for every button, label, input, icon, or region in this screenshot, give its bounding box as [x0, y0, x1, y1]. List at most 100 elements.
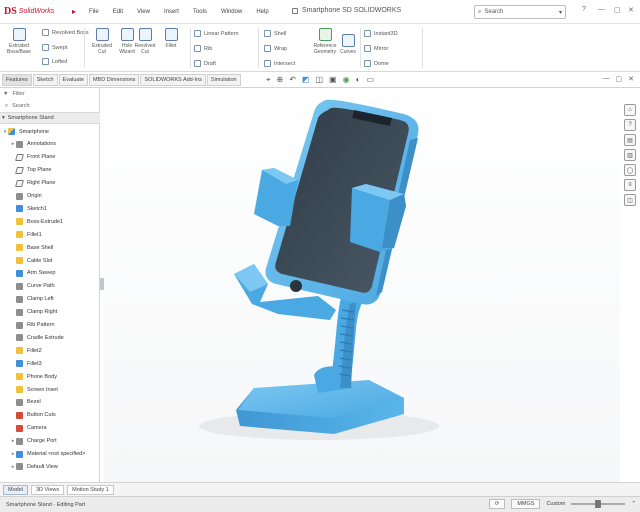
collapse-icon[interactable]: ▾ [2, 115, 5, 121]
extrude-button[interactable]: Extruded Boss/Base [4, 28, 34, 55]
tree-node[interactable]: Screen Inset [0, 384, 58, 395]
status-expand-icon[interactable]: ⌃ [631, 501, 636, 507]
solidworks-forum-icon[interactable]: ◫ [624, 194, 636, 206]
viewport-minimize-icon[interactable]: — [603, 75, 610, 83]
tree-node[interactable]: Fillet1 [0, 229, 42, 240]
tree-node[interactable]: Clamp Right [0, 307, 57, 318]
appearances-icon[interactable]: ◯ [624, 164, 636, 176]
tree-node[interactable]: Camera [0, 423, 47, 434]
intersect-button[interactable]: Intersect [264, 60, 295, 67]
tree-node[interactable]: Rib Pattern [0, 320, 55, 331]
restore-icon[interactable]: ▢ [614, 6, 621, 14]
menu-view[interactable]: View [130, 9, 157, 15]
tree-node[interactable]: ▾ Smartphone [0, 126, 49, 137]
menu-help[interactable]: Help [249, 9, 275, 15]
zoom-slider[interactable] [571, 500, 626, 508]
sweep-button[interactable]: Swept [42, 44, 67, 51]
wrap-button[interactable]: Wrap [264, 45, 287, 52]
tree-node[interactable]: Fillet2 [0, 345, 42, 356]
tab-model[interactable]: Model [3, 484, 28, 495]
tree-node[interactable]: Boss-Extrude1 [0, 216, 63, 227]
tree-node[interactable]: ▸ Annotations [0, 139, 56, 150]
tree-node[interactable]: Base Shell [0, 242, 53, 253]
tree-node[interactable]: Cradle Extrude [0, 332, 64, 343]
tree-node[interactable]: Curve Path [0, 281, 55, 292]
search-box[interactable]: ⌕ Search ▾ [474, 5, 566, 19]
previous-view-icon[interactable]: ↶ [289, 75, 296, 85]
tab-motion-study[interactable]: Motion Study 1 [67, 484, 114, 495]
viewport-close-icon[interactable]: ✕ [628, 75, 634, 83]
tree-header[interactable]: ▾ Smartphone Stand [0, 112, 100, 124]
tab-simulation[interactable]: Simulation [206, 74, 241, 86]
search-dropdown-icon[interactable]: ▾ [559, 9, 562, 16]
filter-icon[interactable]: ▼ [3, 91, 8, 97]
revolve-button[interactable]: Revolved Boss [42, 29, 89, 36]
shell-button[interactable]: Shell [264, 30, 286, 37]
extruded-cut-button[interactable]: Extruded Cut [88, 28, 116, 55]
hole-wizard-button[interactable]: Hole Wizard [118, 28, 136, 55]
tab-mbd-dimensions[interactable]: MBD Dimensions [88, 74, 140, 86]
tree-node[interactable]: Sketch1 [0, 203, 47, 214]
menu-insert[interactable]: Insert [157, 9, 186, 15]
tree-node[interactable]: Front Plane [0, 152, 55, 163]
custom-properties-icon[interactable]: ≡ [624, 179, 636, 191]
section-view-icon[interactable]: ◩ [302, 75, 310, 85]
hide-show-icon[interactable]: ◉ [343, 75, 350, 85]
design-library-icon[interactable]: ? [624, 119, 636, 131]
tree-node[interactable]: Right Plane [0, 178, 55, 189]
tree-node[interactable]: Button Cuts [0, 410, 56, 421]
tree-node[interactable]: Arm Sweep [0, 268, 55, 279]
menu-edit[interactable]: Edit [106, 9, 130, 15]
tree-node[interactable]: ▸ Default View [0, 461, 58, 472]
tree-node[interactable]: Origin [0, 191, 42, 202]
view-palette-icon[interactable]: ▥ [624, 149, 636, 161]
instant3d-button[interactable]: Instant3D [364, 30, 398, 37]
tab-features[interactable]: Features [2, 74, 32, 86]
tree-node[interactable]: Phone Body [0, 371, 57, 382]
loft-button[interactable]: Lofted [42, 58, 67, 65]
appearance-icon[interactable]: ◐ [356, 75, 361, 85]
zoom-slider-knob[interactable] [595, 500, 602, 508]
menu-file[interactable]: File [82, 9, 106, 15]
tree-node[interactable]: Clamp Left [0, 294, 54, 305]
minimize-icon[interactable]: — [598, 6, 605, 13]
units-selector[interactable]: MMGS [511, 499, 541, 509]
tree-search-bar[interactable]: ⌕ Search [0, 100, 100, 112]
menu-window[interactable]: Window [214, 9, 249, 15]
linear-pattern-button[interactable]: Linear Pattern [194, 30, 239, 37]
tree-node[interactable]: ▸ Material <not specified> [0, 449, 85, 460]
tree-node[interactable]: Top Plane [0, 165, 51, 176]
dome-button[interactable]: Dome [364, 60, 389, 67]
tab-3d-views[interactable]: 3D Views [30, 484, 65, 495]
reference-geometry-button[interactable]: Reference Geometry [312, 28, 338, 55]
close-icon[interactable]: ✕ [628, 6, 634, 14]
menu-tools[interactable]: Tools [186, 9, 214, 15]
draft-button[interactable]: Draft [194, 60, 216, 67]
search-input[interactable]: Search [484, 9, 556, 15]
tab-sketch[interactable]: Sketch [32, 74, 58, 86]
viewport-restore-icon[interactable]: ▢ [616, 75, 623, 83]
tab-evaluate[interactable]: Evaluate [58, 74, 88, 86]
tree-node[interactable]: Bezel [0, 397, 41, 408]
tree-node[interactable]: Cable Slot [0, 255, 52, 266]
graphics-viewport[interactable] [104, 88, 620, 482]
solidworks-resources-icon[interactable]: ⌂ [624, 104, 636, 116]
fillet-button[interactable]: Fillet [156, 28, 186, 49]
help-icon[interactable]: ? [582, 6, 586, 13]
tree-node[interactable]: Fillet3 [0, 358, 42, 369]
tab-addins[interactable]: SOLIDWORKS Add-Ins [140, 74, 206, 86]
pin-icon[interactable]: ▸ [66, 7, 82, 16]
curves-button[interactable]: Curves [340, 34, 356, 55]
rebuild-icon[interactable]: ⟳ [488, 499, 506, 509]
zoom-to-fit-icon[interactable]: ⌖ [266, 75, 271, 85]
revolved-cut-button[interactable]: Revolved Cut [135, 28, 155, 55]
filter-label[interactable]: Filter [12, 91, 24, 97]
zoom-area-icon[interactable]: ⊕ [277, 75, 284, 85]
mirror-button[interactable]: Mirror [364, 45, 388, 52]
scene-icon[interactable]: ▭ [366, 75, 374, 85]
view-orientation-icon[interactable]: ◫ [315, 75, 323, 85]
display-style-icon[interactable]: ▣ [329, 75, 337, 85]
app-logo[interactable]: DS SolidWorks [0, 6, 66, 17]
rib-button[interactable]: Rib [194, 45, 212, 52]
file-explorer-icon[interactable]: ▤ [624, 134, 636, 146]
